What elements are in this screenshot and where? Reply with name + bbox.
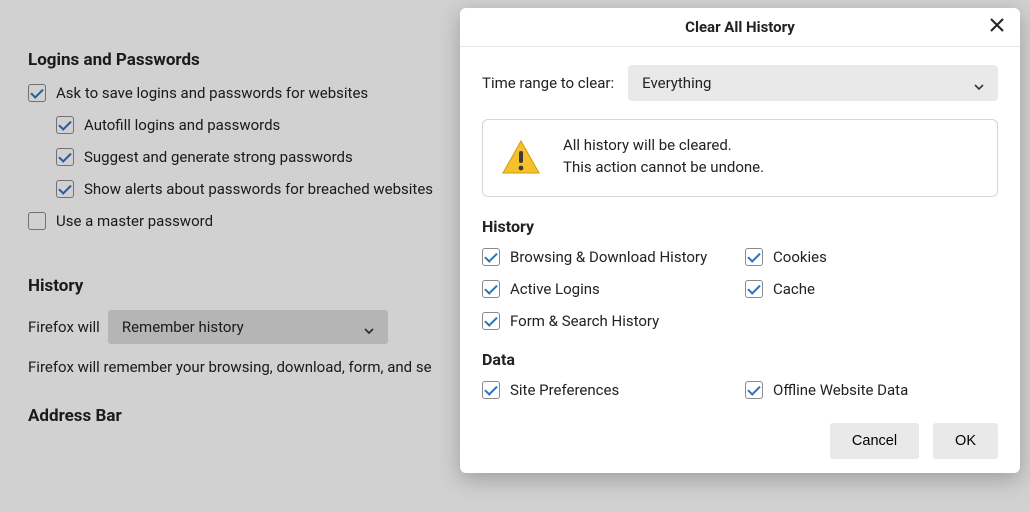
breached-checkbox[interactable] <box>56 180 74 198</box>
site-prefs-checkbox[interactable] <box>482 381 500 399</box>
browsing-row[interactable]: Browsing & Download History <box>482 248 735 266</box>
active-logins-label: Active Logins <box>510 280 600 298</box>
data-group-title: Data <box>482 350 998 369</box>
data-checkboxes: Site Preferences Offline Website Data <box>482 381 998 399</box>
autofill-checkbox[interactable] <box>56 116 74 134</box>
breached-label: Show alerts about passwords for breached… <box>84 180 433 198</box>
master-checkbox[interactable] <box>28 212 46 230</box>
site-prefs-row[interactable]: Site Preferences <box>482 381 735 399</box>
cancel-button[interactable]: Cancel <box>830 423 919 459</box>
active-logins-checkbox[interactable] <box>482 280 500 298</box>
ask-save-label: Ask to save logins and passwords for web… <box>56 84 368 102</box>
offline-checkbox[interactable] <box>745 381 763 399</box>
site-prefs-label: Site Preferences <box>510 381 619 399</box>
active-logins-row[interactable]: Active Logins <box>482 280 735 298</box>
autofill-label: Autofill logins and passwords <box>84 116 280 134</box>
history-mode-value: Remember history <box>122 318 244 336</box>
ok-button[interactable]: OK <box>933 423 998 459</box>
form-search-label: Form & Search History <box>510 312 659 330</box>
cookies-checkbox[interactable] <box>745 248 763 266</box>
time-range-value: Everything <box>642 74 711 92</box>
form-search-checkbox[interactable] <box>482 312 500 330</box>
browsing-label: Browsing & Download History <box>510 248 707 266</box>
suggest-label: Suggest and generate strong passwords <box>84 148 353 166</box>
history-group-title: History <box>482 217 998 236</box>
cache-label: Cache <box>773 280 815 298</box>
browsing-checkbox[interactable] <box>482 248 500 266</box>
cache-row[interactable]: Cache <box>745 280 998 298</box>
master-label: Use a master password <box>56 212 213 230</box>
warning-line1: All history will be cleared. <box>563 136 764 154</box>
offline-label: Offline Website Data <box>773 381 908 399</box>
clear-history-dialog: Clear All History Time range to clear: E… <box>460 8 1020 473</box>
ask-save-checkbox[interactable] <box>28 84 46 102</box>
time-range-select[interactable]: Everything <box>628 65 998 101</box>
suggest-checkbox[interactable] <box>56 148 74 166</box>
cookies-row[interactable]: Cookies <box>745 248 998 266</box>
time-range-row: Time range to clear: Everything <box>482 65 998 101</box>
dialog-footer: Cancel OK <box>460 423 1020 459</box>
chevron-down-icon <box>364 322 374 332</box>
chevron-down-icon <box>974 78 984 88</box>
offline-row[interactable]: Offline Website Data <box>745 381 998 399</box>
history-checkboxes: Browsing & Download History Cookies Acti… <box>482 248 998 330</box>
firefox-will-label: Firefox will <box>28 318 100 336</box>
history-mode-select[interactable]: Remember history <box>108 310 388 344</box>
dialog-title: Clear All History <box>685 18 795 36</box>
cookies-label: Cookies <box>773 248 827 266</box>
form-search-row[interactable]: Form & Search History <box>482 312 735 330</box>
cache-checkbox[interactable] <box>745 280 763 298</box>
dialog-body: Time range to clear: Everything All hist… <box>460 47 1020 423</box>
warning-line2: This action cannot be undone. <box>563 158 764 176</box>
close-icon[interactable] <box>988 16 1006 34</box>
time-range-label: Time range to clear: <box>482 74 614 92</box>
warning-text: All history will be cleared. This action… <box>563 136 764 180</box>
warning-icon <box>501 138 541 178</box>
warning-box: All history will be cleared. This action… <box>482 119 998 197</box>
dialog-header: Clear All History <box>460 8 1020 47</box>
